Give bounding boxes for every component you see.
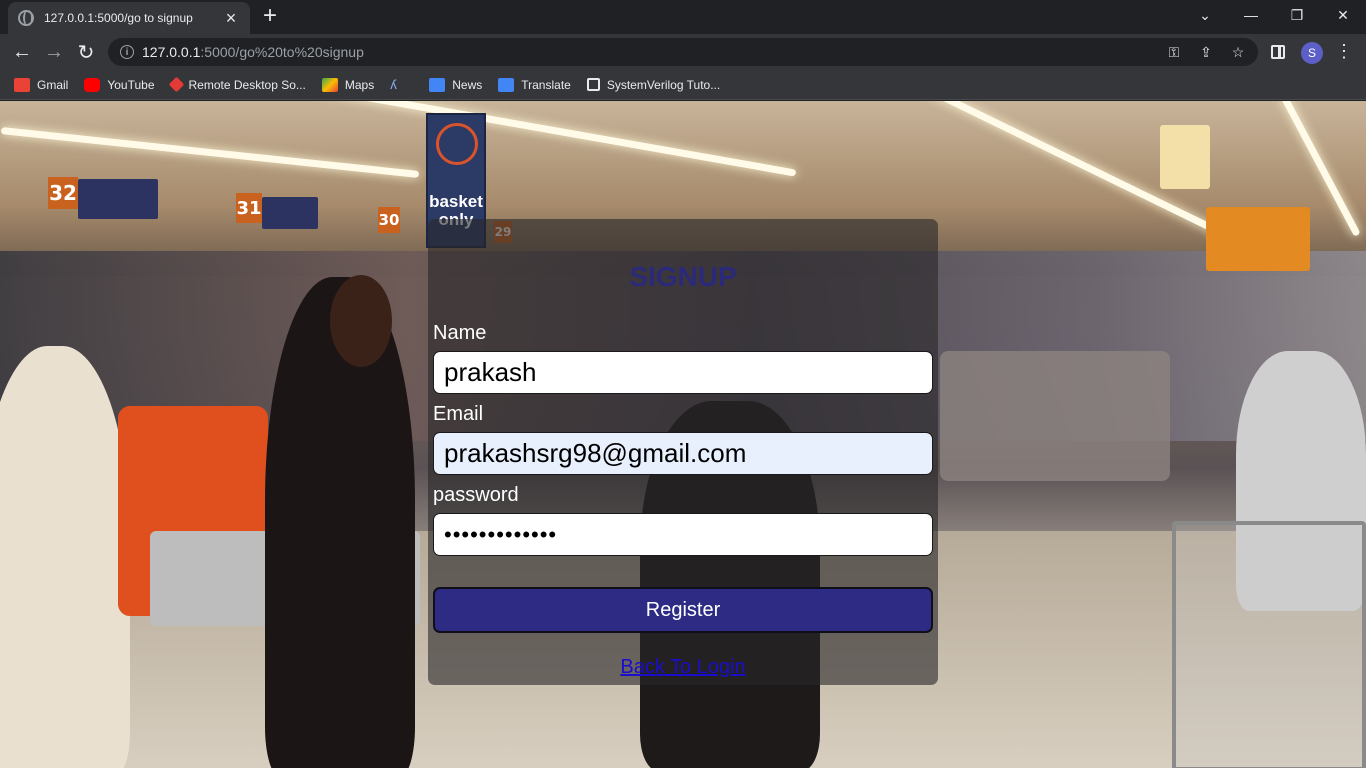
youtube-icon (84, 77, 101, 92)
site-info-icon[interactable]: i (120, 45, 134, 59)
bookmark-a-icon: ʎ (390, 76, 397, 92)
page-background: 32 31 30 29 basketonly SIGNUP Name Email… (0, 101, 1366, 768)
menu-dots-icon[interactable]: ⋮ (1335, 42, 1353, 60)
password-input[interactable] (433, 513, 933, 556)
bookmark-translate[interactable]: Translate (498, 77, 571, 92)
aisle-banner (262, 197, 318, 229)
close-tab-icon[interactable]: × (222, 9, 240, 27)
promo-sign (1160, 125, 1210, 189)
browser-toolbar: ← → ↻ i 127.0.0.1:5000/go%20to%20signup … (0, 34, 1366, 70)
bookmark-youtube[interactable]: YouTube (84, 77, 155, 92)
signup-title: SIGNUP (629, 261, 737, 292)
share-icon[interactable]: ⇪ (1198, 44, 1214, 60)
side-panel-icon[interactable] (1271, 45, 1285, 59)
bookmark-systemverilog[interactable]: SystemVerilog Tuto... (586, 78, 720, 92)
back-arrow-icon[interactable]: ← (8, 38, 36, 66)
email-label: Email (433, 403, 484, 425)
close-window-button[interactable]: ✕ (1320, 0, 1366, 30)
bookmark-star-icon[interactable]: ☆ (1230, 44, 1246, 60)
reload-icon[interactable]: ↻ (72, 38, 100, 66)
email-input[interactable] (433, 432, 933, 475)
shopper-hair (330, 275, 392, 367)
remote-desktop-icon (168, 76, 184, 93)
loan-sale-sign (1206, 207, 1310, 271)
minimize-button[interactable]: — (1228, 0, 1274, 30)
url-text[interactable]: 127.0.0.1:5000/go%20to%20signup (142, 44, 364, 60)
bookmark-remote-desktop[interactable]: Remote Desktop So... (168, 76, 306, 93)
globe-icon (18, 10, 34, 26)
forward-arrow-icon[interactable]: → (40, 38, 68, 66)
new-tab-button[interactable]: + (258, 4, 282, 28)
tab-title: 127.0.0.1:5000/go to signup (44, 11, 193, 25)
bookmarks-bar: Gmail YouTube Remote Desktop So... Maps … (0, 70, 1366, 100)
tab-search-icon[interactable]: ⌄ (1182, 0, 1228, 30)
bookmark-news[interactable]: News (429, 77, 482, 92)
maps-icon (321, 77, 338, 92)
back-to-login-link[interactable]: Back To Login (620, 656, 745, 678)
chip-icon (586, 78, 600, 91)
shopping-cart (1172, 521, 1366, 768)
name-label: Name (433, 322, 487, 344)
aisle-sign-30: 30 (378, 207, 400, 233)
register-button[interactable]: Register (433, 587, 933, 633)
active-tab[interactable]: 127.0.0.1:5000/go to signup × (8, 2, 250, 34)
aisle-banner (78, 179, 158, 219)
password-label: password (433, 484, 519, 506)
address-bar[interactable]: i 127.0.0.1:5000/go%20to%20signup ⚿ ⇪ ☆ (108, 38, 1258, 66)
checkout-lanes (940, 351, 1170, 481)
signup-card: SIGNUP Name Email password Register Back… (428, 219, 938, 685)
translate-icon (498, 77, 515, 92)
news-icon (429, 77, 446, 92)
profile-avatar[interactable]: S (1301, 42, 1323, 64)
gmail-icon (14, 77, 30, 92)
bookmark-a[interactable]: ʎ (390, 76, 413, 92)
basket-sign-line: basket (429, 192, 483, 211)
bookmark-maps[interactable]: Maps (321, 77, 374, 92)
basket-icon (436, 123, 478, 165)
bookmark-gmail[interactable]: Gmail (14, 77, 68, 92)
back-to-login-container: Back To Login (428, 656, 938, 679)
password-key-icon[interactable]: ⚿ (1166, 44, 1182, 60)
tab-strip: 127.0.0.1:5000/go to signup × + ⌄ — ❐ ✕ (0, 0, 1366, 34)
aisle-sign-31: 31 (236, 193, 262, 223)
name-input[interactable] (433, 351, 933, 394)
restore-button[interactable]: ❐ (1274, 0, 1320, 30)
aisle-sign-32: 32 (48, 177, 78, 209)
shopper-white-coat (0, 346, 130, 768)
